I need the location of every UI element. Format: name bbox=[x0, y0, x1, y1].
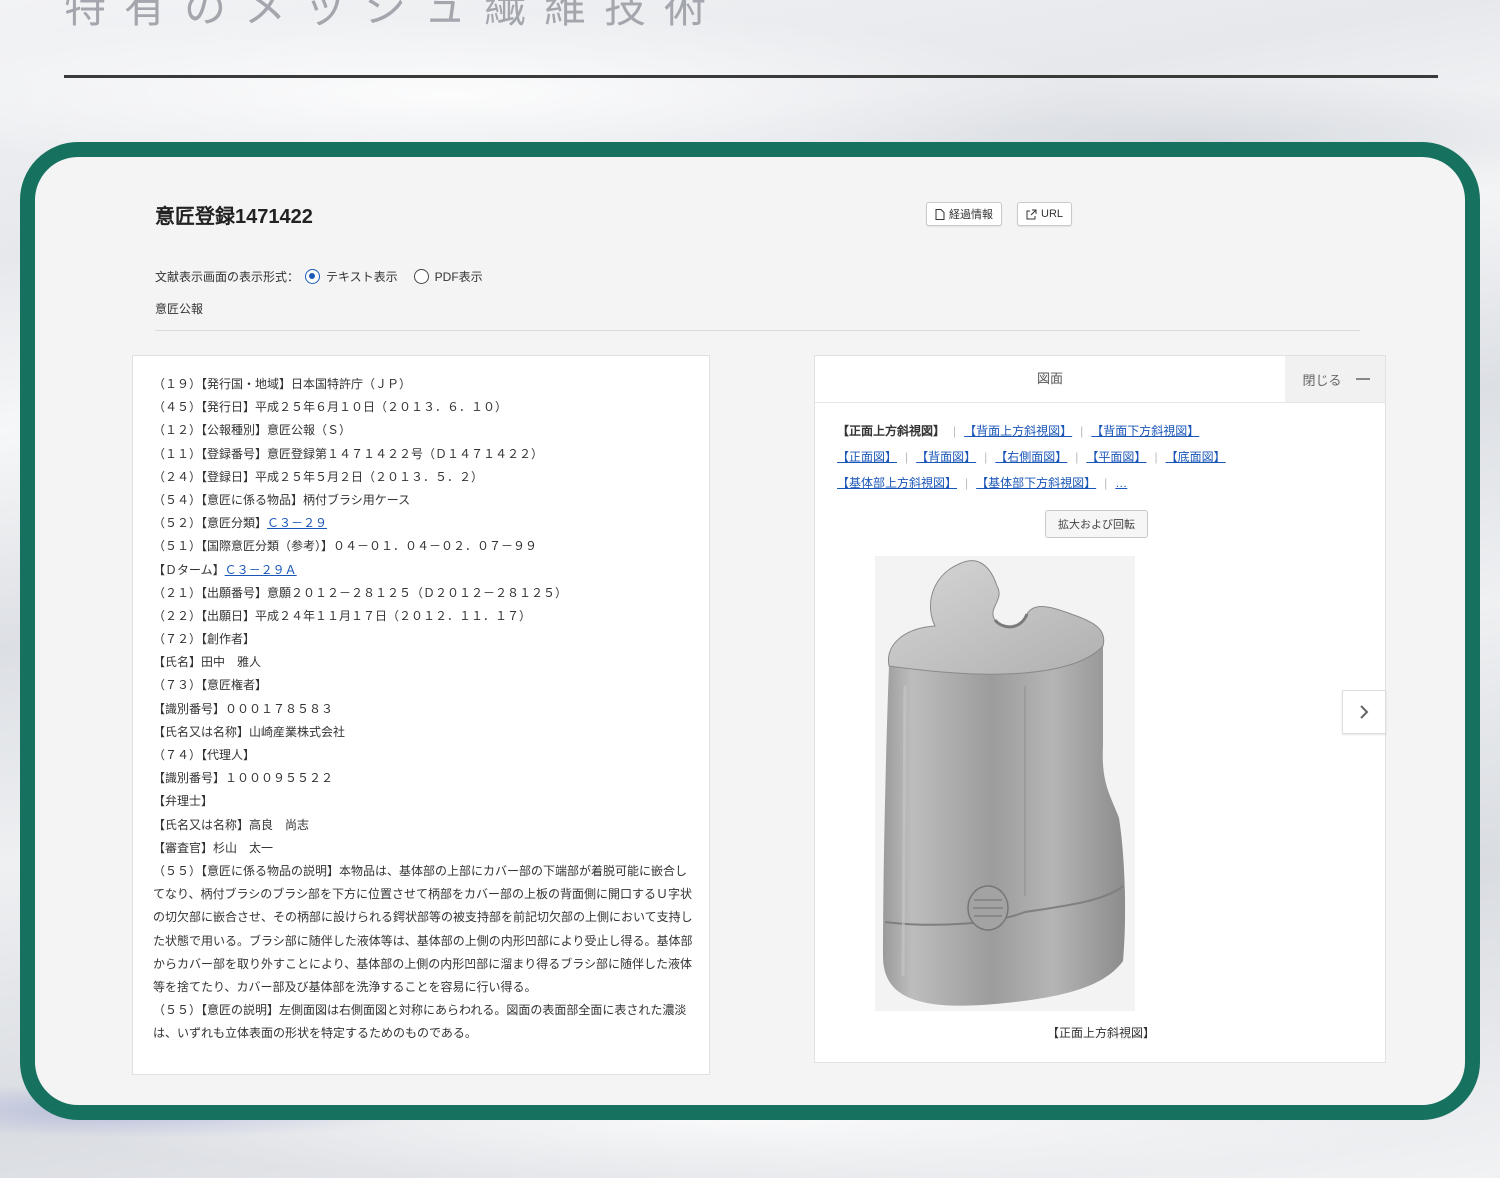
design-figure-image bbox=[875, 556, 1135, 1011]
view-link[interactable]: 【基体部下方斜視図】 bbox=[976, 476, 1096, 490]
view-link[interactable]: 【基体部上方斜視図】 bbox=[837, 476, 957, 490]
text-line: 【氏名又は名称】高良 尚志 bbox=[153, 817, 310, 832]
view-link[interactable]: … bbox=[1115, 476, 1127, 490]
article-description: （５５）【意匠に係る物品の説明】本物品は、基体部の上部にカバー部の下端部が着脱可… bbox=[153, 863, 693, 994]
text-line: （２４）【登録日】平成２５年５月２日（２０１３．５．２） bbox=[153, 469, 484, 484]
view-link[interactable]: 【背面下方斜視図】 bbox=[1091, 424, 1199, 438]
display-format-label: 文献表示画面の表示形式： bbox=[155, 270, 300, 284]
text-format-label[interactable]: テキスト表示 bbox=[326, 268, 398, 285]
pdf-format-radio[interactable] bbox=[413, 269, 429, 284]
document-icon bbox=[935, 208, 945, 220]
figure-panel: 図面 閉じる 【正面上方斜視図】 | 【背面上方斜視図】 | 【背面下方斜視図】 【正面図… bbox=[814, 355, 1386, 1063]
figure-panel-title: 図面 bbox=[1036, 371, 1063, 386]
text-line: （５４）【意匠に係る物品】柄付ブラシ用ケース bbox=[153, 492, 411, 507]
text-line: （１９）【発行国・地域】日本国特許庁（ＪＰ） bbox=[153, 377, 412, 391]
bibliographic-text-panel: （１９）【発行国・地域】日本国特許庁（ＪＰ） （４５）【発行日】平成２５年６月１… bbox=[132, 355, 710, 1075]
text-line: 【弁理士】 bbox=[153, 794, 214, 809]
dterm-line: 【Ｄターム】Ｃ３－２９Ａ bbox=[153, 559, 698, 582]
history-button-label: 経過情報 bbox=[949, 209, 993, 221]
text-line: （２２）【出願日】平成２４年１１月１７日（２０１２．１１．１７） bbox=[153, 608, 532, 623]
dterm-link[interactable]: Ｃ３－２９Ａ bbox=[225, 563, 297, 577]
view-link[interactable]: 【正面図】 bbox=[837, 450, 897, 464]
text-line: 【識別番号】１０００９５５２２ bbox=[153, 771, 334, 786]
view-selector: 【正面上方斜視図】 | 【背面上方斜視図】 | 【背面下方斜視図】 【正面図】 | 【背面図】… bbox=[837, 424, 1226, 490]
figure-panel-header: 図面 閉じる bbox=[815, 356, 1385, 403]
chevron-right-icon bbox=[1360, 705, 1369, 719]
header-divider bbox=[155, 330, 1360, 331]
text-line: （７４）【代理人】 bbox=[153, 748, 256, 762]
url-button-label: URL bbox=[1041, 208, 1064, 220]
text-line: （４５）【発行日】平成２５年６月１０日（２０１３．６．１０） bbox=[153, 400, 508, 415]
text-line: 【審査官】杉山 太一 bbox=[153, 840, 274, 855]
display-format-row: 文献表示画面の表示形式： テキスト表示 PDF表示 bbox=[155, 268, 483, 285]
pdf-format-label[interactable]: PDF表示 bbox=[435, 268, 483, 285]
next-figure-button[interactable] bbox=[1342, 690, 1386, 734]
publication-kind: 意匠公報 bbox=[155, 302, 204, 316]
view-link[interactable]: 【底面図】 bbox=[1166, 450, 1226, 464]
design-class-line: （５２）【意匠分類】Ｃ３－２９ bbox=[153, 512, 698, 535]
view-link[interactable]: 【背面上方斜視図】 bbox=[964, 424, 1072, 438]
screenshot-frame: 意匠登録1471422 経過情報 URL 文献表示画面の表示形式： テキスト表示… bbox=[20, 142, 1480, 1120]
text-line: （１２）【公報種別】意匠公報（Ｓ） bbox=[153, 423, 352, 438]
view-link[interactable]: 【右側面図】 bbox=[995, 450, 1067, 464]
hero-title: 特有のメッシュ繊維技術 bbox=[64, 0, 725, 32]
text-line: （５１）【国際意匠分類（参考）】０４－０１．０４－０２．０７－９９ bbox=[153, 539, 538, 554]
text-line: （７３）【意匠権者】 bbox=[153, 678, 268, 693]
text-line: 【氏名又は名称】山崎産業株式会社 bbox=[153, 724, 346, 739]
design-class-link[interactable]: Ｃ３－２９ bbox=[267, 516, 327, 530]
hero-divider bbox=[64, 75, 1438, 78]
history-button[interactable]: 経過情報 bbox=[926, 202, 1002, 226]
url-button[interactable]: URL bbox=[1017, 202, 1073, 226]
zoom-rotate-button[interactable]: 拡大および回転 bbox=[1045, 510, 1148, 538]
close-figure-label: 閉じる bbox=[1302, 372, 1342, 388]
figure-caption: 【正面上方斜視図】 bbox=[1046, 1026, 1155, 1040]
close-figure-button[interactable]: 閉じる bbox=[1285, 356, 1385, 402]
text-line: （７２）【創作者】 bbox=[153, 632, 256, 647]
external-link-icon bbox=[1026, 209, 1037, 219]
text-line: （２１）【出願番号】意願２０１２－２８１２５（Ｄ２０１２－２８１２５） bbox=[153, 585, 568, 600]
text-format-radio[interactable] bbox=[305, 269, 321, 284]
design-class-label: （５２）【意匠分類】 bbox=[153, 516, 268, 531]
dterm-label: 【Ｄターム】 bbox=[153, 562, 225, 577]
view-link[interactable]: 【平面図】 bbox=[1086, 450, 1146, 464]
view-link[interactable]: 【背面図】 bbox=[916, 450, 976, 464]
design-description: （５５）【意匠の説明】左側面図は右側面図と対称にあらわれる。図面の表面部全面に表… bbox=[153, 1003, 687, 1041]
text-line: 【氏名】田中 雅人 bbox=[153, 655, 262, 670]
document-title: 意匠登録1471422 bbox=[155, 206, 313, 228]
text-line: （１１）【登録番号】意匠登録第１４７１４２２号（Ｄ１４７１４２２） bbox=[153, 446, 544, 461]
text-line: 【識別番号】０００１７８５８３ bbox=[153, 701, 334, 716]
current-view: 【正面上方斜視図】 bbox=[837, 424, 946, 438]
minus-icon bbox=[1355, 378, 1370, 380]
